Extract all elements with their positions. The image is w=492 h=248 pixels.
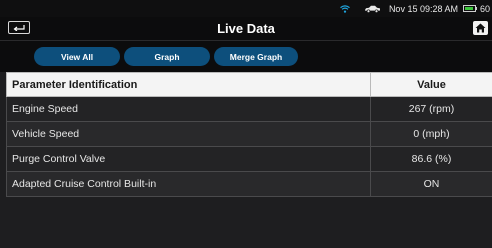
parameter-value: ON (370, 171, 492, 197)
view-mode-tabs: View All Graph Merge Graph (0, 41, 492, 72)
live-data-screen: Nov 15 09:28 AM 60 Live Data View All Gr… (0, 0, 492, 248)
parameter-value: 267 (rpm) (370, 96, 492, 122)
table-row[interactable]: Purge Control Valve 86.6 (%) (6, 146, 492, 172)
home-icon (475, 23, 486, 33)
view-all-button[interactable]: View All (34, 47, 120, 66)
graph-button[interactable]: Graph (124, 47, 210, 66)
column-header-value[interactable]: Value (370, 72, 492, 97)
parameter-value: 0 (mph) (370, 121, 492, 147)
status-clock: Nov 15 09:28 AM (388, 3, 458, 14)
title-bar: Live Data (0, 17, 492, 41)
table-header-row: Parameter Identification Value (6, 72, 492, 97)
battery-icon (462, 5, 477, 12)
merge-graph-button[interactable]: Merge Graph (214, 47, 298, 66)
battery-percent: 60 (479, 3, 490, 14)
page-title: Live Data (217, 21, 275, 36)
vehicle-connected-icon (364, 5, 381, 13)
table-row[interactable]: Engine Speed 267 (rpm) (6, 96, 492, 122)
parameter-name: Vehicle Speed (6, 121, 371, 147)
parameter-value: 86.6 (%) (370, 146, 492, 172)
wifi-icon (340, 4, 350, 13)
table-row[interactable]: Vehicle Speed 0 (mph) (6, 121, 492, 147)
home-button[interactable] (473, 21, 488, 35)
parameter-name: Adapted Cruise Control Built-in (6, 171, 371, 197)
status-bar: Nov 15 09:28 AM 60 (0, 0, 492, 17)
column-header-parameter[interactable]: Parameter Identification (6, 72, 371, 97)
battery-level-fill (464, 7, 473, 10)
parameter-name: Purge Control Valve (6, 146, 371, 172)
table-row[interactable]: Adapted Cruise Control Built-in ON (6, 171, 492, 197)
parameter-name: Engine Speed (6, 96, 371, 122)
live-data-table: Parameter Identification Value Engine Sp… (6, 72, 492, 197)
